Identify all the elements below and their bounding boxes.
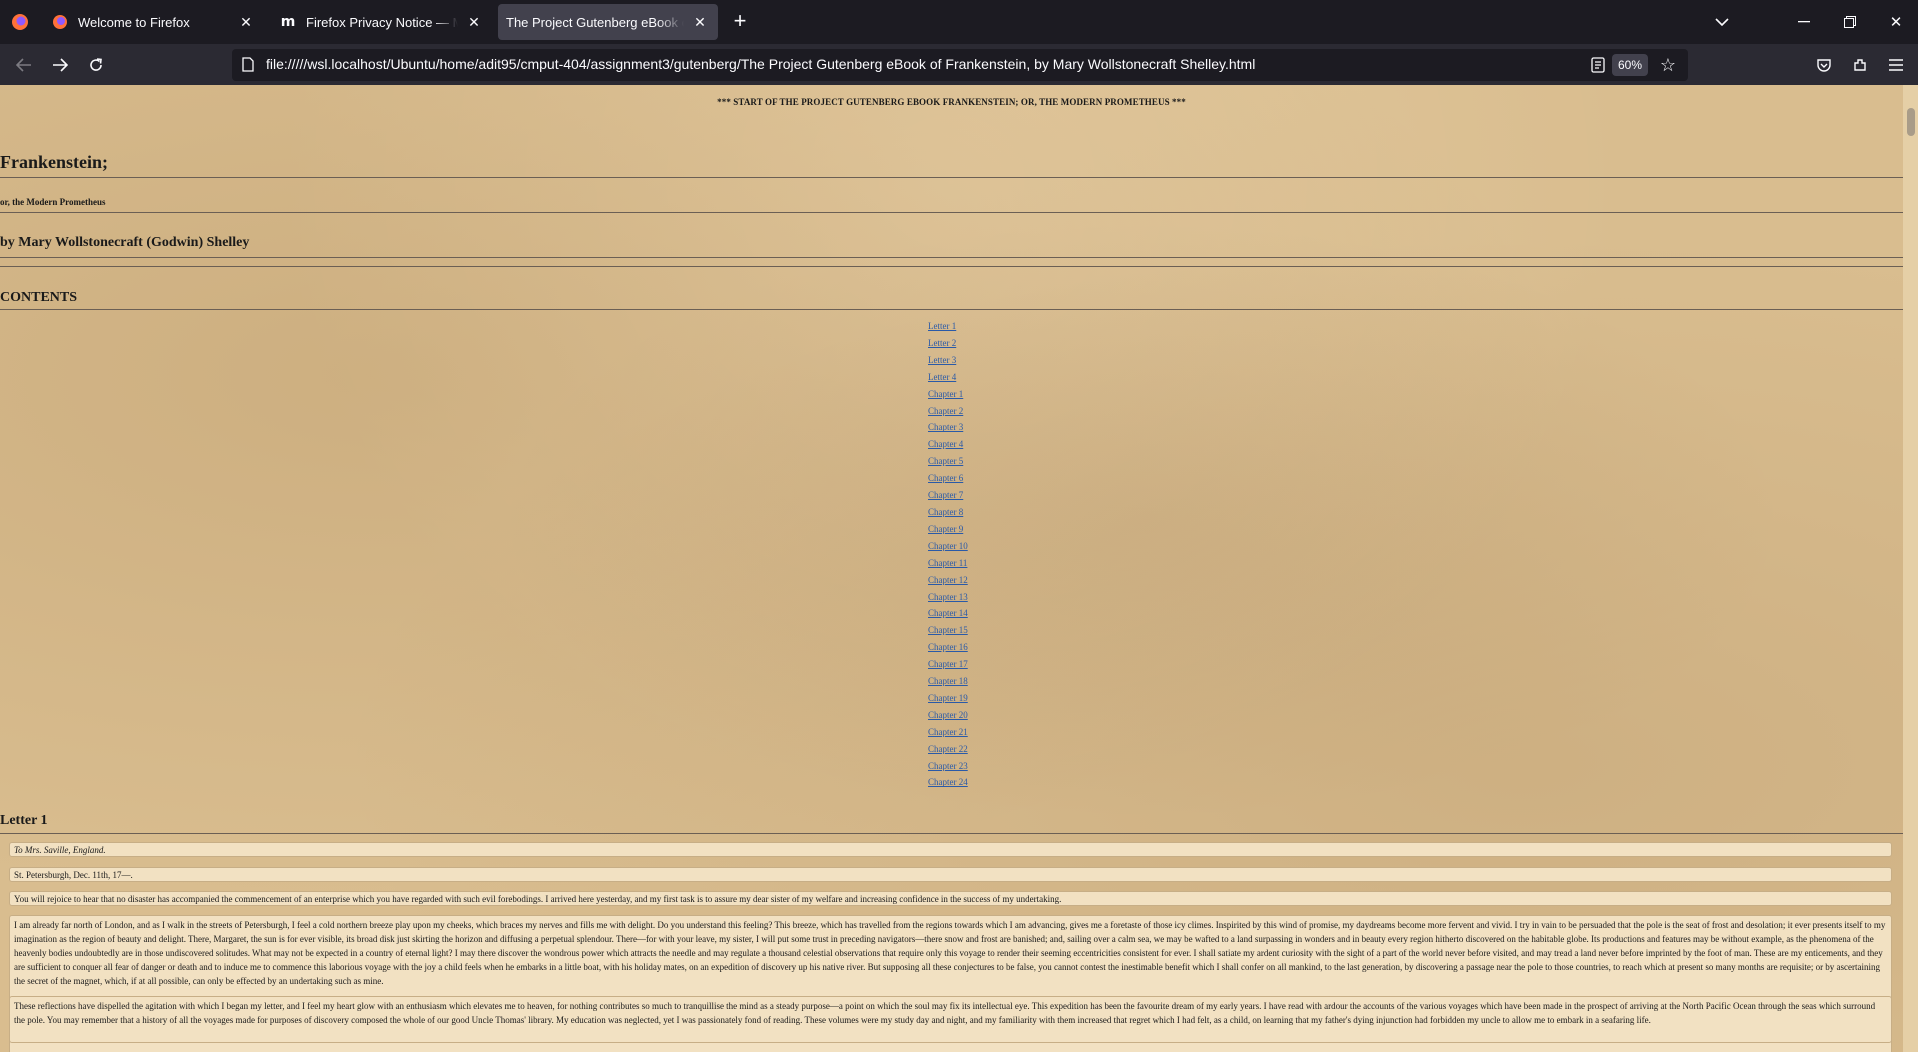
reader-view-icon[interactable] [1588,55,1608,75]
tab-title: Firefox Privacy Notice — Mozilla [306,14,458,30]
toc-link[interactable]: Letter 2 [928,335,1048,352]
gutenberg-start-line: *** START OF THE PROJECT GUTENBERG EBOOK… [717,97,1186,107]
toc-link[interactable]: Chapter 7 [928,487,1048,504]
toc-link[interactable]: Chapter 4 [928,436,1048,453]
close-icon[interactable]: ✕ [690,12,710,32]
forward-button[interactable] [46,51,74,79]
toc-link[interactable]: Chapter 16 [928,639,1048,656]
toc-link[interactable]: Chapter 9 [928,521,1048,538]
toc-link[interactable]: Chapter 19 [928,690,1048,707]
divider [0,833,1903,834]
divider [0,177,1903,178]
toc-link[interactable]: Chapter 17 [928,656,1048,673]
book-author: by Mary Wollstonecraft (Godwin) Shelley [0,235,250,250]
reload-button[interactable] [82,51,110,79]
firefox-icon [52,14,68,30]
contents-heading: CONTENTS [0,290,78,305]
page-icon [242,57,256,73]
toc-link[interactable]: Chapter 1 [928,386,1048,403]
tab-title: Welcome to Firefox [78,14,190,30]
divider [0,257,1903,258]
zoom-level-button[interactable]: 60% [1611,54,1648,76]
close-window-icon[interactable]: ✕ [1882,8,1910,36]
toc-link[interactable]: Chapter 2 [928,403,1048,420]
paragraph: To Mrs. Saville, England. [9,842,1892,857]
book-title: Frankenstein; [0,152,108,172]
paragraph: St. Petersburgh, Dec. 11th, 17—. [9,867,1892,882]
toc-link[interactable]: Chapter 15 [928,622,1048,639]
app-menu-icon[interactable] [1884,53,1908,77]
tab-title: The Project Gutenberg eBook of Frankenst… [506,14,684,30]
toc-link[interactable]: Letter 4 [928,369,1048,386]
new-tab-button[interactable]: + [728,10,752,34]
bookmark-star-icon[interactable]: ☆ [1656,53,1680,77]
toc-link[interactable]: Letter 1 [928,318,1048,335]
toc-link[interactable]: Chapter 3 [928,419,1048,436]
book-subtitle: or, the Modern Prometheus [0,197,106,207]
paragraph: You will rejoice to hear that no disaste… [9,891,1892,906]
toc-link[interactable]: Chapter 20 [928,707,1048,724]
toc-link[interactable]: Chapter 6 [928,470,1048,487]
letter-1-heading: Letter 1 [0,813,48,828]
toc-link[interactable]: Chapter 5 [928,453,1048,470]
toc-link[interactable]: Letter 3 [928,352,1048,369]
toc-link[interactable]: Chapter 18 [928,673,1048,690]
toc-link[interactable]: Chapter 13 [928,589,1048,606]
pocket-icon[interactable] [1812,53,1836,77]
navigation-toolbar: file://///wsl.localhost/Ubuntu/home/adit… [0,44,1918,85]
divider [0,212,1903,213]
toc-link[interactable]: Chapter 21 [928,724,1048,741]
page-content: *** START OF THE PROJECT GUTENBERG EBOOK… [0,85,1903,1052]
divider [0,266,1903,267]
close-icon[interactable]: ✕ [464,12,484,32]
toc-link[interactable]: Chapter 14 [928,605,1048,622]
close-icon[interactable]: ✕ [236,12,256,32]
restore-icon[interactable] [1836,8,1864,36]
tab-privacy-notice[interactable]: m Firefox Privacy Notice — Mozilla ✕ [272,4,492,40]
scrollbar[interactable] [1903,85,1918,1052]
list-all-tabs-icon[interactable] [1708,8,1736,36]
firefox-view-icon[interactable] [8,10,32,34]
mozilla-m-icon: m [280,14,296,30]
toc-link[interactable]: Chapter 24 [928,774,1048,791]
toc-link[interactable]: Chapter 8 [928,504,1048,521]
table-of-contents: Letter 1 Letter 2 Letter 3 Letter 4 Chapter … [928,318,1048,791]
url-text[interactable]: file://///wsl.localhost/Ubuntu/home/adit… [266,56,1255,72]
toc-link[interactable]: Chapter 22 [928,741,1048,758]
paragraph: These reflections have dispelled the agi… [9,996,1892,1043]
tab-frankenstein[interactable]: The Project Gutenberg eBook of Frankenst… [498,4,718,40]
extensions-icon[interactable] [1848,53,1872,77]
minimize-icon[interactable] [1790,8,1818,36]
divider [0,309,1903,310]
tab-strip: Welcome to Firefox ✕ m Firefox Privacy N… [0,0,1918,44]
url-bar[interactable]: file://///wsl.localhost/Ubuntu/home/adit… [232,49,1688,81]
toc-link[interactable]: Chapter 12 [928,572,1048,589]
toc-link[interactable]: Chapter 11 [928,555,1048,572]
tab-welcome[interactable]: Welcome to Firefox ✕ [44,4,264,40]
scrollbar-thumb[interactable] [1907,108,1915,136]
toc-link[interactable]: Chapter 23 [928,758,1048,775]
toc-link[interactable]: Chapter 10 [928,538,1048,555]
back-button[interactable] [10,51,38,79]
